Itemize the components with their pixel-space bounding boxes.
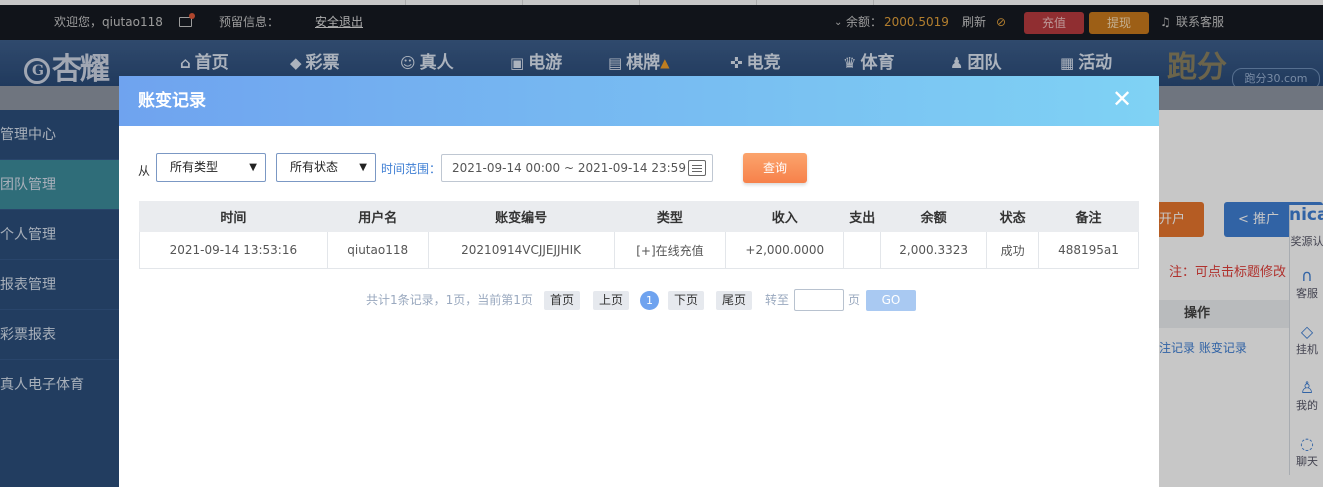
status-select[interactable]: 所有状态 ▼ — [276, 153, 376, 182]
time-range-label: 时间范围： — [381, 162, 442, 176]
cell-change-id: 20210914VCJJEJJHIK — [427, 231, 615, 269]
cell-time: 2021-09-14 13:53:16 — [139, 231, 328, 269]
account-changes-modal: 账变记录 ✕ 从 所有类型 ▼ 所有状态 ▼ 时间范围： 2021-09-14 00… — [119, 76, 1159, 487]
col-username[interactable]: 用户名 — [326, 201, 429, 232]
close-icon[interactable]: ✕ — [1111, 87, 1133, 111]
last-page-button[interactable]: 尾页 — [716, 291, 753, 310]
cell-type: [+]在线充值 — [613, 231, 727, 269]
modal-header: 账变记录 ✕ — [119, 76, 1159, 126]
cell-username: qiutao118 — [326, 231, 429, 269]
page-unit-label: 页 — [848, 293, 861, 307]
status-select-value: 所有状态 — [290, 160, 339, 174]
col-balance[interactable]: 余额 — [880, 201, 988, 232]
date-range-input[interactable]: 2021-09-14 00:00 ~ 2021-09-14 23:59 — [441, 154, 713, 182]
col-remark[interactable]: 备注 — [1038, 201, 1139, 232]
records-table: 时间 用户名 账变编号 类型 收入 支出 余额 状态 备注 2021-09-14… — [139, 201, 1139, 269]
col-type[interactable]: 类型 — [613, 201, 727, 232]
next-page-button[interactable]: 下页 — [668, 291, 705, 310]
pager-summary: 共计1条记录，1页，当前第1页 — [366, 293, 533, 307]
calendar-icon[interactable] — [688, 160, 706, 176]
type-select-value: 所有类型 — [170, 160, 219, 174]
date-range-value: 2021-09-14 00:00 ~ 2021-09-14 23:59 — [452, 161, 686, 175]
cell-balance: 2,000.3323 — [880, 231, 988, 269]
prev-page-button[interactable]: 上页 — [593, 291, 630, 310]
col-time[interactable]: 时间 — [139, 201, 328, 232]
col-income[interactable]: 收入 — [725, 201, 845, 232]
current-page[interactable]: 1 — [640, 291, 659, 310]
first-page-button[interactable]: 首页 — [544, 291, 581, 310]
table-row: 2021-09-14 13:53:16 qiutao118 20210914VC… — [139, 231, 1139, 269]
pagination: 共计1条记录，1页，当前第1页 首页 上页 1 下页 尾页 转至 页 GO — [119, 289, 1159, 311]
type-select[interactable]: 所有类型 ▼ — [156, 153, 266, 182]
page-number-input[interactable] — [794, 289, 844, 311]
caret-down-icon: ▼ — [359, 162, 367, 173]
col-expense[interactable]: 支出 — [843, 201, 882, 232]
from-label: 从 — [138, 164, 151, 178]
goto-label: 转至 — [765, 293, 790, 307]
col-status[interactable]: 状态 — [986, 201, 1040, 232]
modal-title: 账变记录 — [138, 91, 206, 111]
cell-remark: 488195a1 — [1038, 231, 1139, 269]
go-button[interactable]: GO — [866, 290, 916, 311]
query-button[interactable]: 查询 — [743, 153, 807, 183]
table-header-row: 时间 用户名 账变编号 类型 收入 支出 余额 状态 备注 — [139, 201, 1139, 232]
cell-income: +2,000.0000 — [725, 231, 845, 269]
col-change-id[interactable]: 账变编号 — [427, 201, 615, 232]
caret-down-icon: ▼ — [249, 162, 257, 173]
cell-status: 成功 — [986, 231, 1040, 269]
cell-expense — [843, 231, 882, 269]
